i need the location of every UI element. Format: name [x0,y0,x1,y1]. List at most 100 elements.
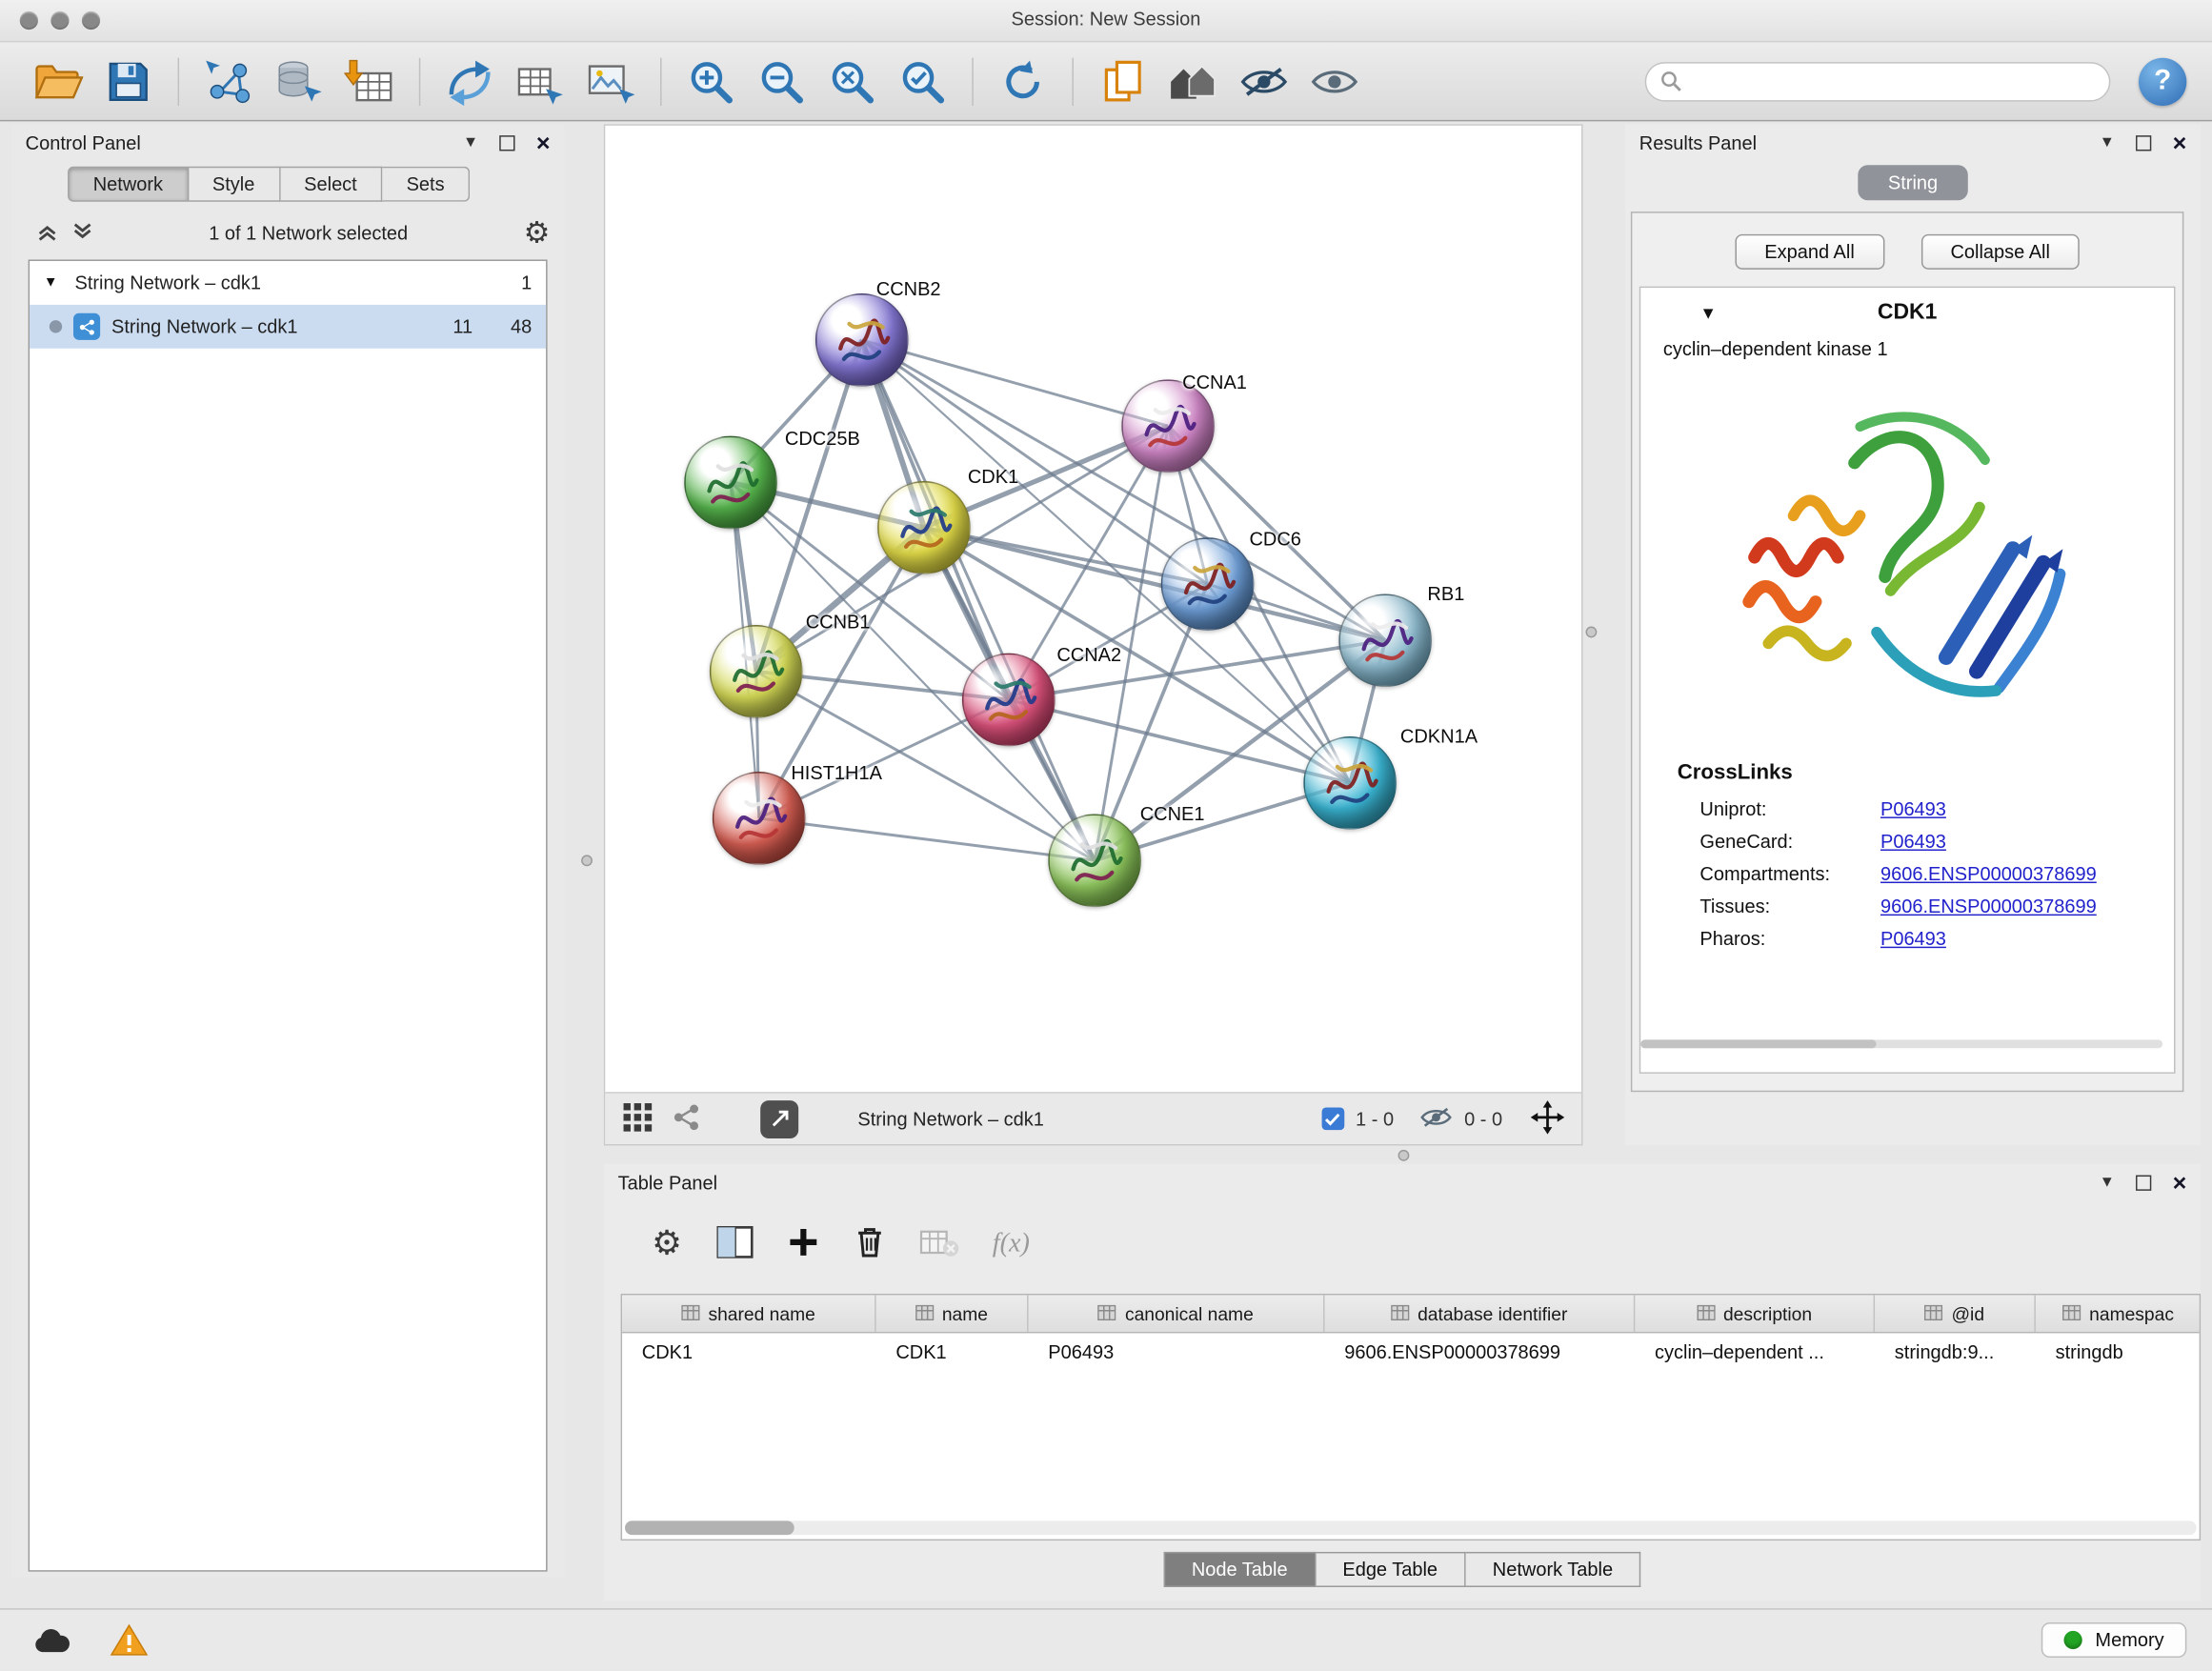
home-button[interactable] [1161,49,1226,113]
show-columns-icon[interactable] [716,1226,754,1263]
column-header-name[interactable]: name [876,1295,1029,1332]
column-header--id[interactable]: @id [1875,1295,2036,1332]
crosslink-link[interactable]: P06493 [1880,798,1946,819]
panel-menu-icon[interactable]: ▼ [2100,134,2115,150]
table-cell[interactable]: CDK1 [876,1333,1029,1371]
column-header-canonical-name[interactable]: canonical name [1029,1295,1325,1332]
close-panel-icon[interactable]: × [2173,1170,2187,1194]
table-cell[interactable]: CDK1 [622,1333,876,1371]
collapse-tree-icon[interactable] [37,221,58,247]
gear-icon[interactable]: ⚙ [524,219,551,249]
birdseye-view-icon[interactable] [622,1101,654,1137]
import-network-database-button[interactable] [267,49,332,113]
export-image-button[interactable] [578,49,643,113]
toolbar-search[interactable] [1645,61,2111,100]
expand-all-button[interactable]: Expand All [1735,233,1884,269]
close-panel-icon[interactable]: × [536,131,551,154]
hide-selected-button[interactable] [1232,49,1297,113]
column-header-description[interactable]: description [1635,1295,1875,1332]
panel-menu-icon[interactable]: ▼ [2100,1175,2115,1190]
tab-sets[interactable]: Sets [382,167,470,202]
copy-button[interactable] [1091,49,1156,113]
detach-view-button[interactable] [760,1099,798,1137]
network-node-CDC6[interactable] [1161,537,1255,631]
results-scrollbar-thumb[interactable] [1640,1039,1876,1048]
import-table-file-button[interactable] [337,49,402,113]
network-node-CCNA1[interactable] [1121,379,1215,473]
share-network-icon[interactable] [673,1102,701,1135]
zoom-in-button[interactable] [678,49,743,113]
pan-crosshair-icon[interactable] [1531,1099,1565,1137]
network-node-CDC25B[interactable] [684,436,777,530]
warning-icon[interactable] [102,1619,155,1661]
caret-down-icon[interactable]: ▼ [44,275,64,291]
tab-select[interactable]: Select [280,167,382,202]
network-node-CCNB2[interactable] [815,293,909,387]
collapse-gene-icon[interactable]: ▼ [1699,303,1717,323]
expand-tree-icon[interactable] [72,221,93,247]
create-column-icon[interactable] [787,1226,819,1263]
table-from-network-button[interactable] [508,49,573,113]
crosslink-link[interactable]: P06493 [1880,928,1946,949]
save-session-button[interactable] [96,49,161,113]
results-scrollbar[interactable] [1640,1039,2162,1048]
table-settings-icon[interactable]: ⚙ [652,1227,682,1261]
right-splitter-handle[interactable] [1585,627,1597,638]
zoom-selected-button[interactable] [890,49,955,113]
float-panel-icon[interactable] [2136,1175,2151,1190]
selected-checkbox-icon[interactable] [1322,1107,1345,1130]
collapse-all-button[interactable]: Collapse All [1920,233,2080,269]
float-panel-icon[interactable] [499,134,514,150]
zoom-fit-button[interactable] [819,49,884,113]
import-network-file-button[interactable] [196,49,261,113]
tab-string[interactable]: String [1858,165,1968,200]
network-node-CCNA2[interactable] [962,654,1056,747]
table-scrollbar-thumb[interactable] [625,1520,794,1535]
function-builder-icon[interactable]: f(x) [993,1229,1030,1260]
search-input[interactable] [1692,70,2096,91]
left-splitter-handle[interactable] [581,855,593,866]
tab-network-table[interactable]: Network Table [1466,1552,1641,1587]
close-panel-icon[interactable]: × [2173,131,2187,154]
refresh-layout-button[interactable] [991,49,1056,113]
column-header-database-identifier[interactable]: database identifier [1325,1295,1636,1332]
cloud-icon[interactable] [26,1619,79,1661]
panel-menu-icon[interactable]: ▼ [463,134,478,150]
crosslink-link[interactable]: P06493 [1880,831,1946,852]
table-cell[interactable]: stringdb [2036,1333,2201,1371]
delete-column-icon[interactable] [853,1224,885,1263]
network-node-RB1[interactable] [1338,594,1432,687]
hidden-eye-icon[interactable] [1419,1105,1454,1132]
tab-network[interactable]: Network [68,167,189,202]
help-button[interactable]: ? [2139,57,2186,105]
network-node-HIST1H1A[interactable] [713,772,806,865]
column-header-shared-name[interactable]: shared name [622,1295,876,1332]
crosslink-link[interactable]: 9606.ENSP00000378699 [1880,863,2097,884]
tab-edge-table[interactable]: Edge Table [1316,1552,1465,1587]
network-node-CCNE1[interactable] [1048,814,1141,907]
crosslink-link[interactable]: 9606.ENSP00000378699 [1880,896,2097,916]
open-session-button[interactable] [26,49,90,113]
table-cell[interactable]: cyclin–dependent ... [1635,1333,1875,1371]
table-cell[interactable]: P06493 [1029,1333,1325,1371]
memory-button[interactable]: Memory [2041,1622,2186,1658]
table-cell[interactable]: 9606.ENSP00000378699 [1325,1333,1636,1371]
zoom-out-button[interactable] [749,49,814,113]
tab-style[interactable]: Style [189,167,280,202]
network-view[interactable]: CCNB2CCNA1CDC25BCDK1CDC6RB1CCNB1CCNA2CDK… [604,124,1583,1145]
network-node-CDKN1A[interactable] [1303,736,1397,830]
network-row[interactable]: String Network – cdk1 11 48 [30,305,546,349]
float-panel-icon[interactable] [2136,134,2151,150]
show-all-button[interactable] [1302,49,1367,113]
table-cell[interactable]: stringdb:9... [1875,1333,2036,1371]
tab-node-table[interactable]: Node Table [1163,1552,1316,1587]
network-canvas[interactable]: CCNB2CCNA1CDC25BCDK1CDC6RB1CCNB1CCNA2CDK… [605,126,1581,1092]
column-header-namespac[interactable]: namespac [2036,1295,2201,1332]
table-row[interactable]: CDK1CDK1P064939606.ENSP00000378699cyclin… [622,1333,2200,1371]
table-horizontal-scrollbar[interactable] [625,1520,2197,1535]
network-from-selection-button[interactable] [437,49,502,113]
network-node-CDK1[interactable] [877,481,971,574]
network-collection-row[interactable]: ▼ String Network – cdk1 1 [30,261,546,305]
network-node-CCNB1[interactable] [710,625,803,718]
bottom-splitter-handle[interactable] [1398,1150,1410,1161]
